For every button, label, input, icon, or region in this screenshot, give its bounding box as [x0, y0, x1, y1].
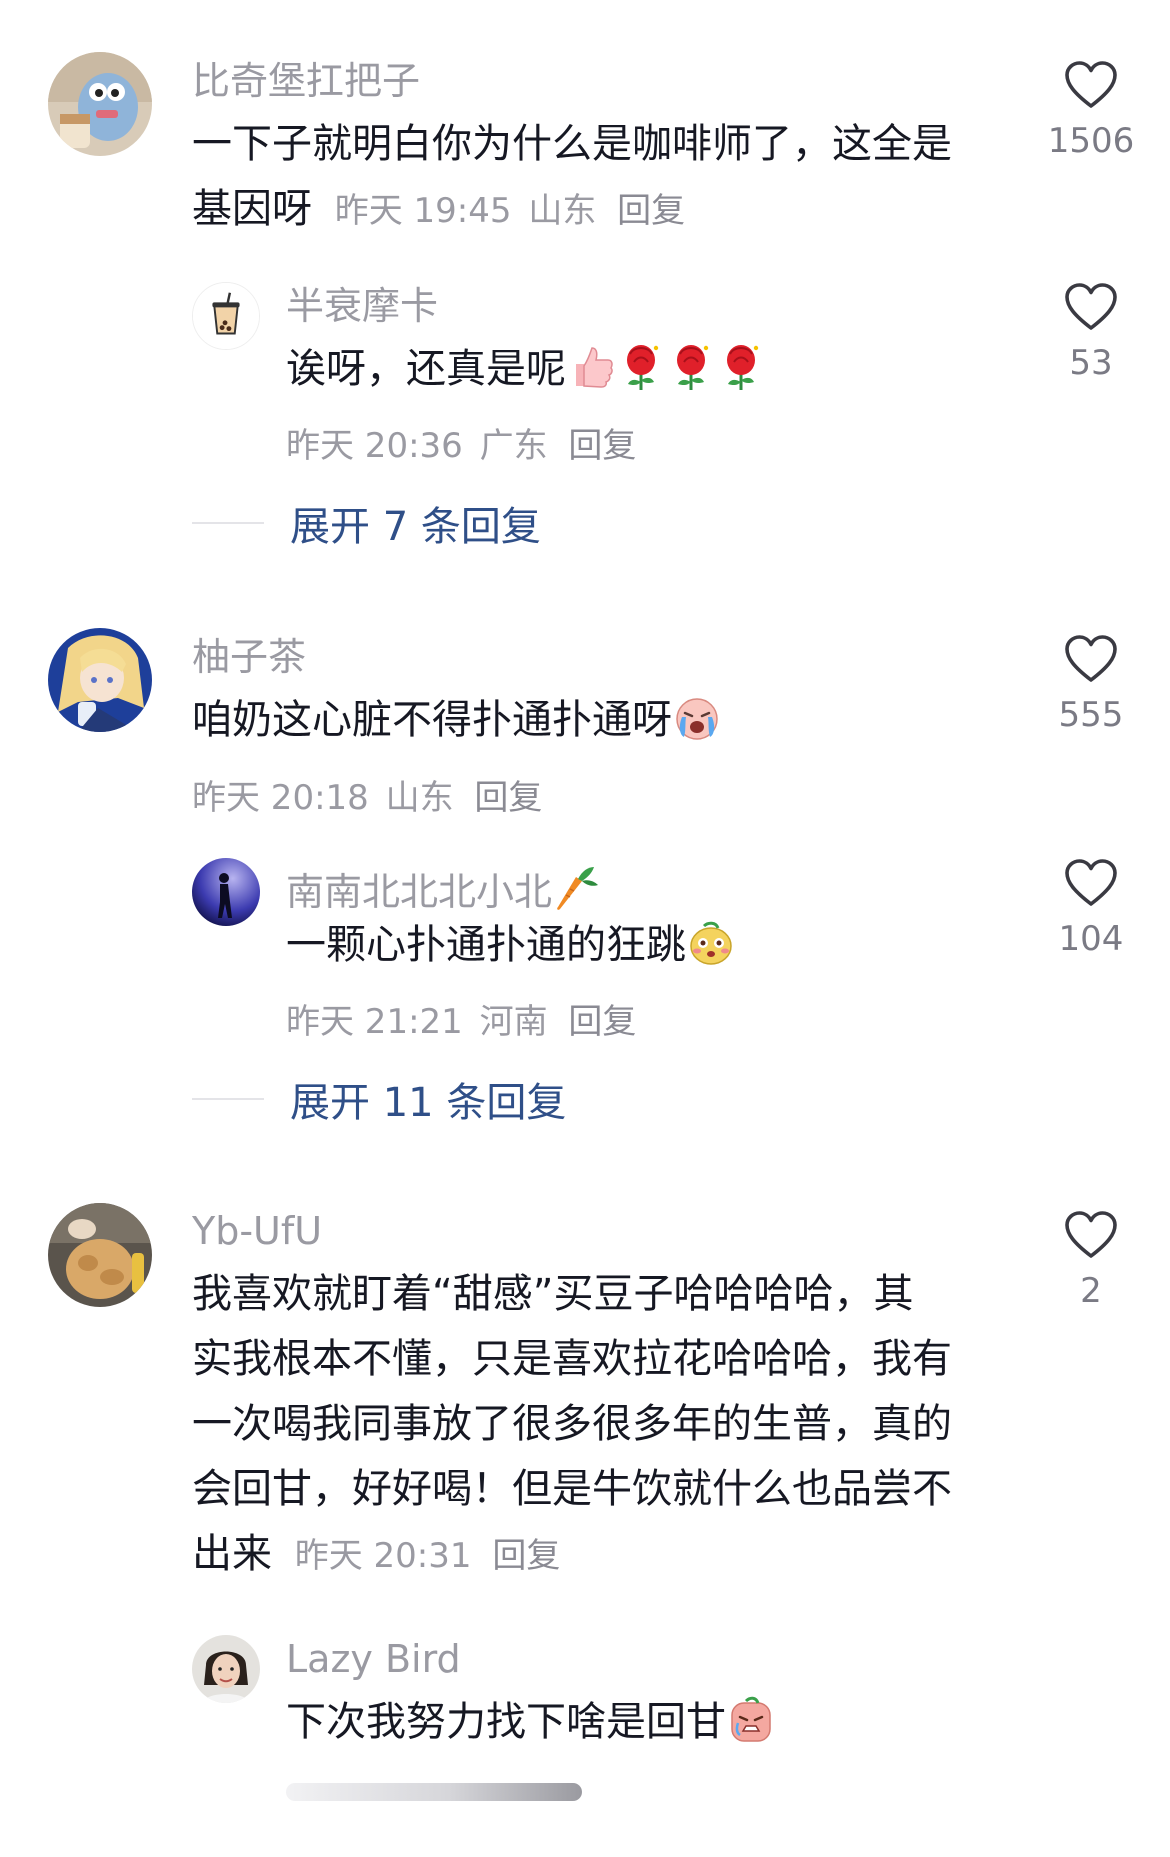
- like-count: 53: [1069, 343, 1113, 383]
- reply-button[interactable]: 回复: [474, 778, 542, 818]
- divider-line: [192, 522, 264, 524]
- comment-meta: 昨天 20:18 山东 回复: [192, 770, 542, 819]
- reply-username[interactable]: Lazy Bird: [286, 1640, 461, 1678]
- avatar[interactable]: [48, 52, 152, 156]
- reply-meta: 昨天 21:21 河南 回复: [286, 994, 636, 1043]
- avatar[interactable]: [192, 1635, 260, 1703]
- comment-meta: 昨天 20:31 回复: [295, 1536, 561, 1576]
- like-control[interactable]: 2: [1036, 1210, 1146, 1308]
- like-count: 555: [1058, 695, 1124, 735]
- blushing-face-emoji-icon: [686, 918, 736, 968]
- comment-text-content: 咱奶这心脏不得扑通扑通呀: [192, 697, 672, 743]
- comment-text-line: 基因呀 昨天 19:45 山东 回复: [192, 177, 1012, 244]
- expand-replies[interactable]: 展开 7 条回复: [192, 494, 541, 552]
- heart-icon[interactable]: [1064, 282, 1118, 332]
- heart-icon[interactable]: [1064, 60, 1118, 110]
- reply-time: 昨天 21:21: [286, 1002, 463, 1042]
- like-control[interactable]: 555: [1036, 634, 1146, 732]
- reply-text: 诶呀，还真是呢: [286, 337, 766, 402]
- reply-button[interactable]: 回复: [568, 1002, 636, 1042]
- rose-emoji-icon: [716, 342, 766, 392]
- heart-icon[interactable]: [1064, 1210, 1118, 1260]
- comment-meta: 昨天 19:45 山东 回复: [335, 191, 685, 231]
- expand-replies-label[interactable]: 展开 11 条回复: [290, 1070, 566, 1128]
- comment-username[interactable]: Yb-UfU: [192, 1212, 322, 1250]
- avatar-cat-photo-icon: [48, 1203, 152, 1307]
- reply-meta: 昨天 20:36 广东 回复: [286, 418, 636, 467]
- avatar[interactable]: [48, 1203, 152, 1307]
- reply-text-content: 一颗心扑通扑通的狂跳: [286, 922, 686, 968]
- sad-face-emoji-icon: [726, 1695, 776, 1745]
- rose-emoji-icon: [666, 342, 716, 392]
- like-control[interactable]: 104: [1036, 858, 1146, 956]
- like-control[interactable]: 1506: [1036, 60, 1146, 158]
- comment-time: 昨天 20:31: [294, 1536, 472, 1576]
- comment-text: 一下子就明白你为什么是咖啡师了，这全是 基因呀 昨天 19:45 山东 回复: [192, 112, 1012, 244]
- carrot-emoji-icon: [552, 863, 602, 913]
- comment-time: 昨天 20:18: [192, 778, 369, 818]
- reply-username[interactable]: 半衰摩卡: [286, 287, 438, 325]
- divider-line: [192, 1098, 264, 1100]
- thumbs-up-emoji-icon: [566, 342, 616, 392]
- like-count: 2: [1080, 1271, 1102, 1311]
- comment-text: 咱奶这心脏不得扑通扑通呀: [192, 688, 722, 753]
- comment-location: 山东: [528, 191, 597, 231]
- crying-face-emoji-icon: [672, 693, 722, 743]
- like-control[interactable]: 53: [1036, 282, 1146, 380]
- avatar-bubble-tea-icon: [193, 283, 259, 349]
- avatar[interactable]: [48, 628, 152, 732]
- rose-emoji-icon: [616, 342, 666, 392]
- avatar-anime-girl-icon: [48, 628, 152, 732]
- reply-text-content: 下次我努力找下啥是回甘: [286, 1699, 726, 1745]
- comment-location: 山东: [385, 778, 454, 818]
- expand-replies-label[interactable]: 展开 7 条回复: [290, 494, 541, 552]
- comment-username[interactable]: 比奇堡扛把子: [192, 62, 420, 100]
- reply-text: 下次我努力找下啥是回甘: [286, 1690, 776, 1755]
- reply-location: 广东: [479, 426, 548, 466]
- avatar-plush-toy-with-coffee-icon: [48, 52, 152, 156]
- reply-button[interactable]: 回复: [492, 1536, 560, 1576]
- comment-time: 昨天 19:45: [334, 191, 512, 231]
- comment-text-tail: 基因呀: [192, 186, 312, 232]
- comment-text-line: 出来 昨天 20:31 回复: [192, 1522, 1022, 1589]
- reply-button[interactable]: 回复: [568, 426, 636, 466]
- comment-text-line: 一次喝我同事放了很多很多年的生普，真的: [192, 1401, 952, 1447]
- reply-username[interactable]: 南南北北北小北: [286, 863, 602, 913]
- reply-text: 一颗心扑通扑通的狂跳: [286, 913, 736, 978]
- avatar[interactable]: [192, 282, 260, 350]
- comment-text-line: 我喜欢就盯着“甜感”买豆子哈哈哈哈，其: [192, 1271, 914, 1317]
- reply-text-content: 诶呀，还真是呢: [286, 346, 566, 392]
- like-count: 104: [1058, 919, 1124, 959]
- reply-time: 昨天 20:36: [286, 426, 463, 466]
- reply-username-text: 南南北北北小北: [286, 870, 553, 914]
- comment-text-line: 会回甘，好好喝！但是牛饮就什么也品尝不: [192, 1466, 952, 1512]
- avatar-woman-photo-icon: [192, 1635, 260, 1703]
- reply-button[interactable]: 回复: [617, 191, 685, 231]
- expand-replies[interactable]: 展开 11 条回复: [192, 1070, 566, 1128]
- comment-text-tail: 出来: [192, 1531, 272, 1577]
- heart-icon[interactable]: [1064, 634, 1118, 684]
- reply-location: 河南: [479, 1002, 548, 1042]
- comment-text-line: 实我根本不懂，只是喜欢拉花哈哈哈，我有: [192, 1336, 952, 1382]
- comment-text-line: 一下子就明白你为什么是咖啡师了，这全是: [192, 121, 952, 167]
- loading-indicator: [286, 1783, 582, 1801]
- avatar[interactable]: [192, 858, 260, 926]
- comment-username[interactable]: 柚子茶: [192, 638, 306, 676]
- heart-icon[interactable]: [1064, 858, 1118, 908]
- comment-text: 我喜欢就盯着“甜感”买豆子哈哈哈哈，其 实我根本不懂，只是喜欢拉花哈哈哈，我有 …: [192, 1262, 1022, 1589]
- like-count: 1506: [1047, 121, 1135, 161]
- avatar-person-silhouette-blue-icon: [192, 858, 260, 926]
